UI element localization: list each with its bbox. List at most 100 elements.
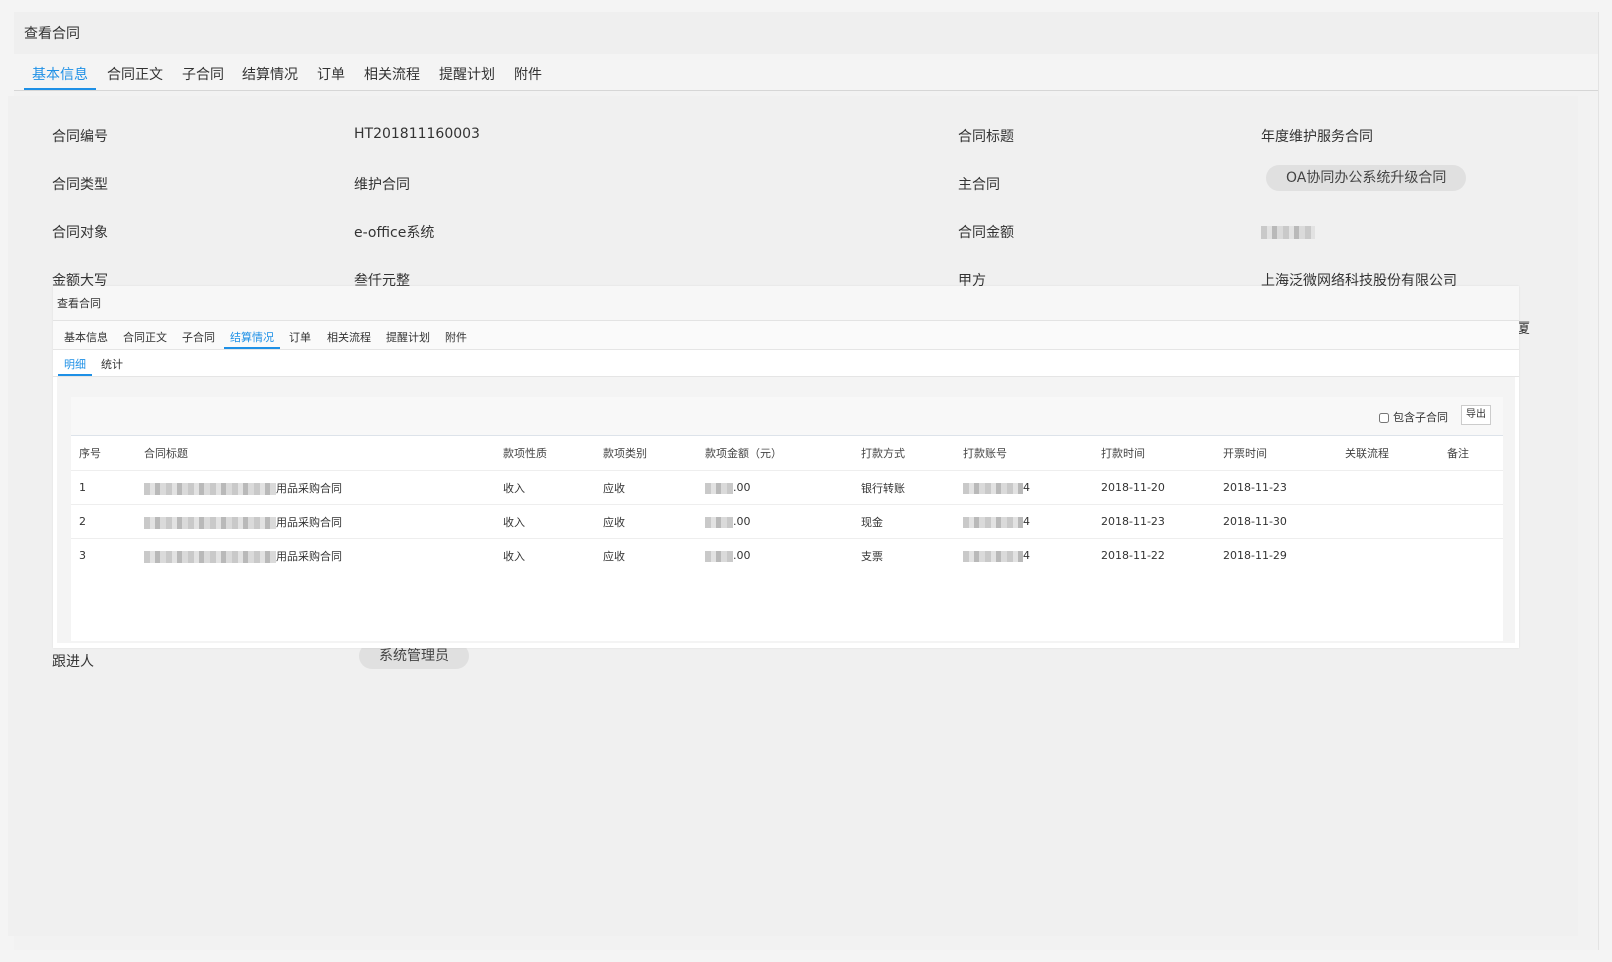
overlay-tabs: 基本信息 合同正文 子合同 结算情况 订单 相关流程 提醒计划 附件 xyxy=(53,321,1519,350)
overlay-subtabs: 明细 统计 xyxy=(53,350,1519,377)
overlay-tab-sub-contracts[interactable]: 子合同 xyxy=(182,329,215,345)
cell-account-text: 4 xyxy=(1023,515,1030,528)
include-child-checkbox[interactable]: 包含子合同 xyxy=(1379,409,1448,425)
cell-account: 4 xyxy=(962,504,1100,539)
cell-no: 2 xyxy=(71,504,143,539)
col-header-invoice-date[interactable]: 开票时间 xyxy=(1222,436,1344,471)
overlay-tab-reminder-plan[interactable]: 提醒计划 xyxy=(386,329,430,345)
contract-no-label: 合同编号 xyxy=(52,129,108,145)
table-row[interactable]: 1 用品采购合同 收入 应收 .00 银行转账 4 2018-11-20 201… xyxy=(71,470,1503,505)
cell-account-text: 4 xyxy=(1023,481,1030,494)
cell-title-text: 用品采购合同 xyxy=(276,515,342,529)
cell-amount: .00 xyxy=(704,470,860,505)
cell-method: 银行转账 xyxy=(860,470,962,505)
cell-flow[interactable] xyxy=(1344,538,1446,572)
include-child-label: 包含子合同 xyxy=(1393,411,1448,424)
table-row[interactable]: 3 用品采购合同 收入 应收 .00 支票 4 2018-11-22 2018-… xyxy=(71,538,1503,572)
col-header-remark[interactable]: 备注 xyxy=(1446,436,1503,471)
cell-no: 1 xyxy=(71,470,143,505)
export-button[interactable]: 导出 xyxy=(1461,405,1491,425)
main-tabs: 基本信息 合同正文 子合同 结算情况 订单 相关流程 提醒计划 附件 xyxy=(14,54,1598,91)
overlay-tab-attachments[interactable]: 附件 xyxy=(445,329,467,345)
settlement-overlay-window: 查看合同 基本信息 合同正文 子合同 结算情况 订单 相关流程 提醒计划 附件 … xyxy=(53,286,1519,648)
cell-amount-text: .00 xyxy=(733,549,751,562)
tab-reminder-plan[interactable]: 提醒计划 xyxy=(439,64,495,84)
tab-related-flows[interactable]: 相关流程 xyxy=(364,64,420,84)
cell-nature: 收入 xyxy=(502,538,602,572)
table-header-row: 序号 合同标题 款项性质 款项类别 款项金额（元） 打款方式 打款账号 打款时间… xyxy=(71,436,1503,471)
cell-remark xyxy=(1446,504,1503,539)
cell-account: 4 xyxy=(962,470,1100,505)
col-header-flow[interactable]: 关联流程 xyxy=(1344,436,1446,471)
contract-type-label: 合同类型 xyxy=(52,177,108,193)
cell-title: 用品采购合同 xyxy=(143,470,502,505)
contract-amount-redacted xyxy=(1261,224,1315,240)
cell-method: 支票 xyxy=(860,538,962,572)
overlay-body: 包含子合同 导出 序号 合同标题 款项性质 款项类别 款项金额（元） 打款方式 … xyxy=(57,377,1515,643)
cell-remark xyxy=(1446,538,1503,572)
contract-object-label: 合同对象 xyxy=(52,225,108,241)
contract-title-value: 年度维护服务合同 xyxy=(1261,129,1373,145)
window-title: 查看合同 xyxy=(24,26,80,42)
checkbox-input[interactable] xyxy=(1379,413,1389,423)
cell-pay-date: 2018-11-20 xyxy=(1100,470,1222,505)
subtab-detail[interactable]: 明细 xyxy=(58,356,92,376)
table-row[interactable]: 2 用品采购合同 收入 应收 .00 现金 4 2018-11-23 2018-… xyxy=(71,504,1503,539)
grid-toolbar: 包含子合同 导出 xyxy=(71,397,1503,436)
col-header-no[interactable]: 序号 xyxy=(71,436,143,471)
overlay-tab-orders[interactable]: 订单 xyxy=(289,329,311,345)
main-contract-label: 主合同 xyxy=(958,177,1000,193)
cell-title-text: 用品采购合同 xyxy=(276,481,342,495)
contract-title-label: 合同标题 xyxy=(958,129,1014,145)
col-header-method[interactable]: 打款方式 xyxy=(860,436,962,471)
overlay-title: 查看合同 xyxy=(57,297,101,310)
cell-account-text: 4 xyxy=(1023,549,1030,562)
overlay-titlebar: 查看合同 xyxy=(53,286,1519,321)
tab-orders[interactable]: 订单 xyxy=(317,64,345,84)
settlement-grid: 包含子合同 导出 序号 合同标题 款项性质 款项类别 款项金额（元） 打款方式 … xyxy=(71,397,1503,641)
main-contract-link[interactable]: OA协同办公系统升级合同 xyxy=(1266,165,1467,191)
cell-category: 应收 xyxy=(602,538,704,572)
cell-category: 应收 xyxy=(602,470,704,505)
cell-category: 应收 xyxy=(602,504,704,539)
col-header-pay-date[interactable]: 打款时间 xyxy=(1100,436,1222,471)
cell-remark xyxy=(1446,470,1503,505)
cell-invoice-date: 2018-11-30 xyxy=(1222,504,1344,539)
col-header-nature[interactable]: 款项性质 xyxy=(502,436,602,471)
overlay-tab-settlement[interactable]: 结算情况 xyxy=(224,329,280,349)
cell-invoice-date: 2018-11-23 xyxy=(1222,470,1344,505)
follower-label: 跟进人 xyxy=(52,654,94,670)
cell-pay-date: 2018-11-22 xyxy=(1100,538,1222,572)
cell-title: 用品采购合同 xyxy=(143,538,502,572)
cell-account: 4 xyxy=(962,538,1100,572)
cell-nature: 收入 xyxy=(502,470,602,505)
cell-title: 用品采购合同 xyxy=(143,504,502,539)
overlay-tab-contract-text[interactable]: 合同正文 xyxy=(123,329,167,345)
cell-title-text: 用品采购合同 xyxy=(276,549,342,563)
tab-basic-info[interactable]: 基本信息 xyxy=(24,64,96,90)
cell-nature: 收入 xyxy=(502,504,602,539)
col-header-category[interactable]: 款项类别 xyxy=(602,436,704,471)
cell-method: 现金 xyxy=(860,504,962,539)
contract-object-value: e-office系统 xyxy=(354,225,435,241)
cell-amount-text: .00 xyxy=(733,481,751,494)
tab-sub-contracts[interactable]: 子合同 xyxy=(182,64,224,84)
tab-attachments[interactable]: 附件 xyxy=(514,64,542,84)
overlay-tab-related-flows[interactable]: 相关流程 xyxy=(327,329,371,345)
subtab-statistics[interactable]: 统计 xyxy=(101,356,123,372)
col-header-account[interactable]: 打款账号 xyxy=(962,436,1100,471)
tab-settlement[interactable]: 结算情况 xyxy=(242,64,298,84)
cell-amount: .00 xyxy=(704,538,860,572)
window-titlebar: 查看合同 xyxy=(14,12,1598,55)
tab-contract-text[interactable]: 合同正文 xyxy=(107,64,163,84)
col-header-title[interactable]: 合同标题 xyxy=(143,436,502,471)
contract-amount-label: 合同金额 xyxy=(958,225,1014,241)
col-header-amount[interactable]: 款项金额（元） xyxy=(704,436,860,471)
cell-invoice-date: 2018-11-29 xyxy=(1222,538,1344,572)
cell-amount: .00 xyxy=(704,504,860,539)
contract-no-value: HT201811160003 xyxy=(354,126,480,142)
cell-flow[interactable] xyxy=(1344,470,1446,505)
cell-flow[interactable] xyxy=(1344,504,1446,539)
contract-type-value: 维护合同 xyxy=(354,177,410,193)
overlay-tab-basic-info[interactable]: 基本信息 xyxy=(64,329,108,345)
